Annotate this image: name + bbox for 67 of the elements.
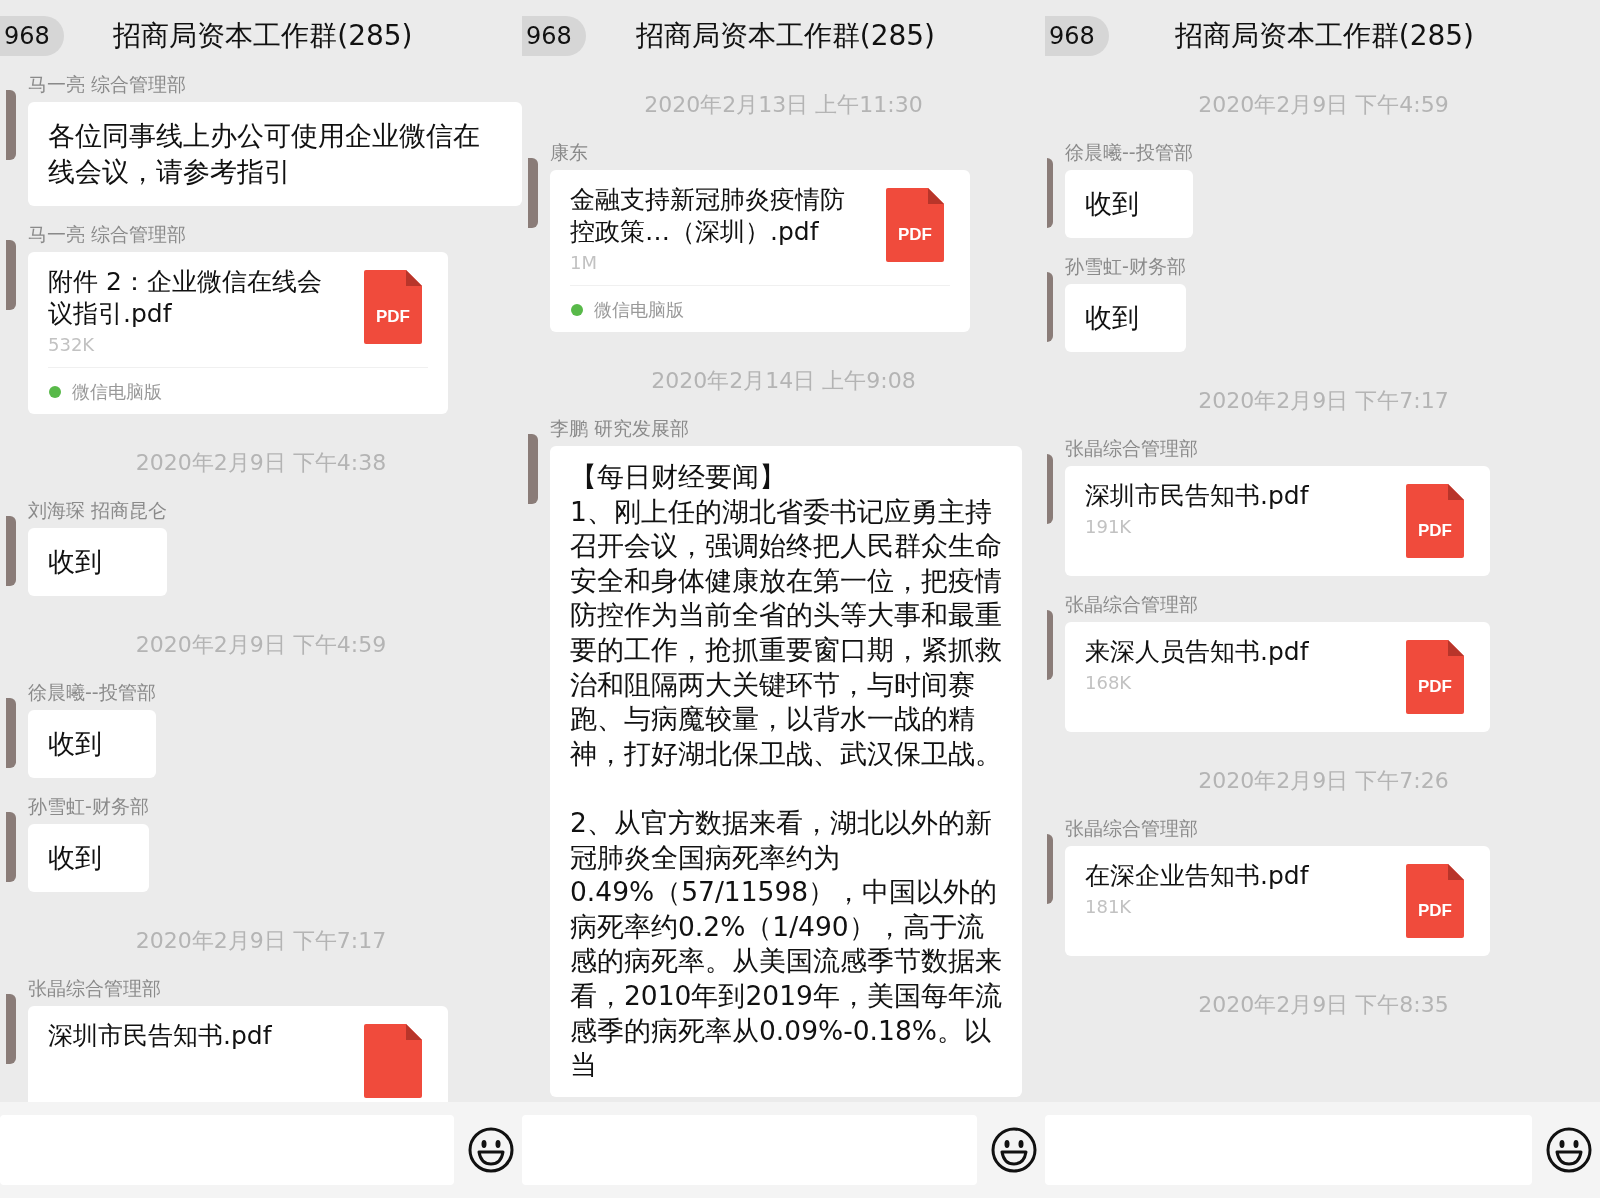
avatar-placeholder bbox=[1047, 610, 1053, 680]
pdf-file-icon: PDF bbox=[1406, 864, 1464, 938]
file-message-card[interactable]: 深圳市民告知书.pdf bbox=[28, 1006, 448, 1102]
chat-title: 招商局资本工作群(285) bbox=[1173, 18, 1476, 54]
sender-name: 刘海琛 招商昆仑 bbox=[28, 498, 168, 523]
file-name: 在深企业告知书.pdf bbox=[1085, 860, 1310, 892]
message-bubble: 【每日财经要闻】 1、刚上任的湖北省委书记应勇主持召开会议，强调始终把人民群众生命安全和身体健康放在第一位，把疫情防控作为当前全省的头等大事和最重要的工作，抢抓重要窗口期，紧抓救治和阻隔两大关键环节，与时间赛跑、与病魔较量，以背水一战的精神，打好湖北保卫战、武汉保卫战。 2、从官方数据来看，湖北以外的新冠肺炎全国病死率约为0.49%（57/11598），中国以外的病死率约0.2%（1/490），高于流感的病死率。从美国流感季节数据来看，2010年到2019年，美国每年流感季的病死率从0.09%-0.18%。以当 bbox=[550, 446, 1022, 1097]
file-size: 181K bbox=[1085, 896, 1133, 917]
file-size: 191K bbox=[1085, 516, 1133, 537]
file-message-card[interactable]: 附件 2：企业微信在线会议指引.pdf 532K PDF 微信电脑版 bbox=[28, 252, 448, 414]
unread-count-badge[interactable]: 968 bbox=[1045, 16, 1109, 56]
file-name: 来深人员告知书.pdf bbox=[1085, 636, 1310, 668]
pdf-file-icon: PDF bbox=[1406, 484, 1464, 558]
source-label: 微信电脑版 bbox=[72, 380, 162, 404]
sender-name: 李鹏 研究发展部 bbox=[550, 416, 691, 441]
sender-name: 马一亮 综合管理部 bbox=[28, 72, 188, 97]
avatar-placeholder bbox=[1047, 834, 1053, 904]
file-size: 168K bbox=[1085, 672, 1133, 693]
emoji-icon[interactable] bbox=[1546, 1127, 1592, 1173]
file-size: 1M bbox=[570, 252, 598, 273]
message-bubble: 收到 bbox=[28, 710, 156, 778]
message-bubble: 收到 bbox=[1065, 284, 1186, 352]
sender-name: 张晶综合管理部 bbox=[1065, 436, 1199, 461]
avatar-placeholder bbox=[6, 812, 16, 882]
file-message-card[interactable]: 来深人员告知书.pdf 168K PDF bbox=[1065, 622, 1490, 732]
file-size: 532K bbox=[48, 334, 96, 355]
file-name: 附件 2：企业微信在线会议指引.pdf bbox=[48, 266, 323, 330]
sender-name: 徐晨曦--投管部 bbox=[28, 680, 156, 705]
pdf-file-icon: PDF bbox=[364, 270, 422, 344]
sender-name: 孙雪虹-财务部 bbox=[28, 794, 149, 819]
file-message-card[interactable]: 在深企业告知书.pdf 181K PDF bbox=[1065, 846, 1490, 956]
chat-title: 招商局资本工作群(285) bbox=[112, 18, 414, 54]
message-bubble: 收到 bbox=[28, 824, 149, 892]
pdf-file-icon: PDF bbox=[886, 188, 944, 262]
avatar-placeholder bbox=[528, 434, 538, 504]
file-name: 深圳市民告知书.pdf bbox=[48, 1020, 273, 1052]
source-label: 微信电脑版 bbox=[594, 298, 684, 322]
sender-name: 马一亮 综合管理部 bbox=[28, 222, 188, 247]
message-bubble: 收到 bbox=[1065, 170, 1193, 238]
sender-name: 张晶综合管理部 bbox=[1065, 592, 1199, 617]
pdf-file-icon: PDF bbox=[1406, 640, 1464, 714]
sender-name: 康东 bbox=[550, 140, 589, 165]
avatar-placeholder bbox=[6, 240, 16, 310]
avatar-placeholder bbox=[1047, 158, 1053, 228]
message-bubble: 各位同事线上办公可使用企业微信在线会议，请参考指引 bbox=[28, 102, 522, 206]
sender-name: 孙雪虹-财务部 bbox=[1065, 254, 1186, 279]
avatar-placeholder bbox=[1047, 272, 1053, 342]
emoji-icon[interactable] bbox=[468, 1127, 514, 1173]
file-message-card[interactable]: 深圳市民告知书.pdf 191K PDF bbox=[1065, 466, 1490, 576]
message-bubble: 收到 bbox=[28, 528, 168, 596]
avatar-placeholder bbox=[1047, 454, 1053, 524]
unread-count-badge[interactable]: 968 bbox=[0, 16, 64, 56]
unread-count-badge[interactable]: 968 bbox=[522, 16, 586, 56]
sender-name: 张晶综合管理部 bbox=[1065, 816, 1199, 841]
avatar-placeholder bbox=[528, 158, 538, 228]
sender-name: 张晶综合管理部 bbox=[28, 976, 162, 1001]
chat-title: 招商局资本工作群(285) bbox=[634, 18, 937, 54]
avatar-placeholder bbox=[6, 698, 16, 768]
avatar-placeholder bbox=[6, 994, 16, 1064]
file-name: 深圳市民告知书.pdf bbox=[1085, 480, 1310, 512]
pdf-file-icon bbox=[364, 1024, 422, 1098]
file-name: 金融支持新冠肺炎疫情防控政策…（深圳）.pdf bbox=[570, 184, 846, 248]
sender-name: 徐晨曦--投管部 bbox=[1065, 140, 1193, 165]
avatar-placeholder bbox=[6, 516, 16, 586]
emoji-icon[interactable] bbox=[991, 1127, 1037, 1173]
avatar-placeholder bbox=[6, 90, 16, 160]
file-message-card[interactable]: 金融支持新冠肺炎疫情防控政策…（深圳）.pdf 1M PDF 微信电脑版 bbox=[550, 170, 970, 332]
